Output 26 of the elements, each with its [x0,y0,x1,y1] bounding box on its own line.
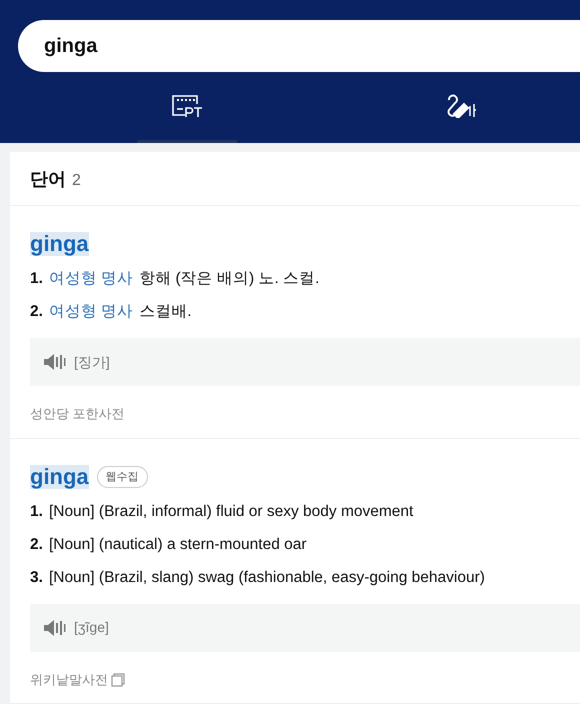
definition-number: 1. [30,502,43,520]
speaker-icon[interactable] [44,620,68,636]
keyboard-icon [171,94,203,118]
definition-text: [Noun] (nautical) a stern-mounted oar [48,536,307,553]
dictionary-source: 성안당 포한사전 [30,405,125,424]
section-title: 단어 [30,168,66,191]
speaker-icon[interactable] [44,354,68,370]
definition-text: [Noun] (Brazil, slang) swag (fashionable, easy-going behaviour) [48,568,485,586]
part-of-speech: 여성형 명사 [48,303,134,320]
part-of-speech: 여성형 명사 [48,270,134,288]
dictionary-source[interactable]: 위키낱말사전 [30,670,108,690]
source-tag: 웹수집 [96,466,148,488]
definition-number: 1. [30,270,43,288]
result-count: 2 [72,171,81,191]
headword: ginga [30,232,89,256]
definition-text: [Noun] (Brazil, informal) fluid or sexy body movement [48,502,414,520]
definition-number: 2. [30,536,43,553]
pronunciation: [ʒĩge] [74,618,109,638]
definition-text: 스컬배. [139,303,192,320]
handwriting-icon [445,94,479,118]
definition-number: 2. [30,303,43,320]
search-field[interactable]: ginga [18,20,580,72]
headword: ginga [30,464,89,489]
definition-text: 항해 (작은 배의) 노. 스컬. [139,270,320,288]
definition-number: 3. [30,568,43,586]
pronunciation: [징가] [74,352,110,372]
